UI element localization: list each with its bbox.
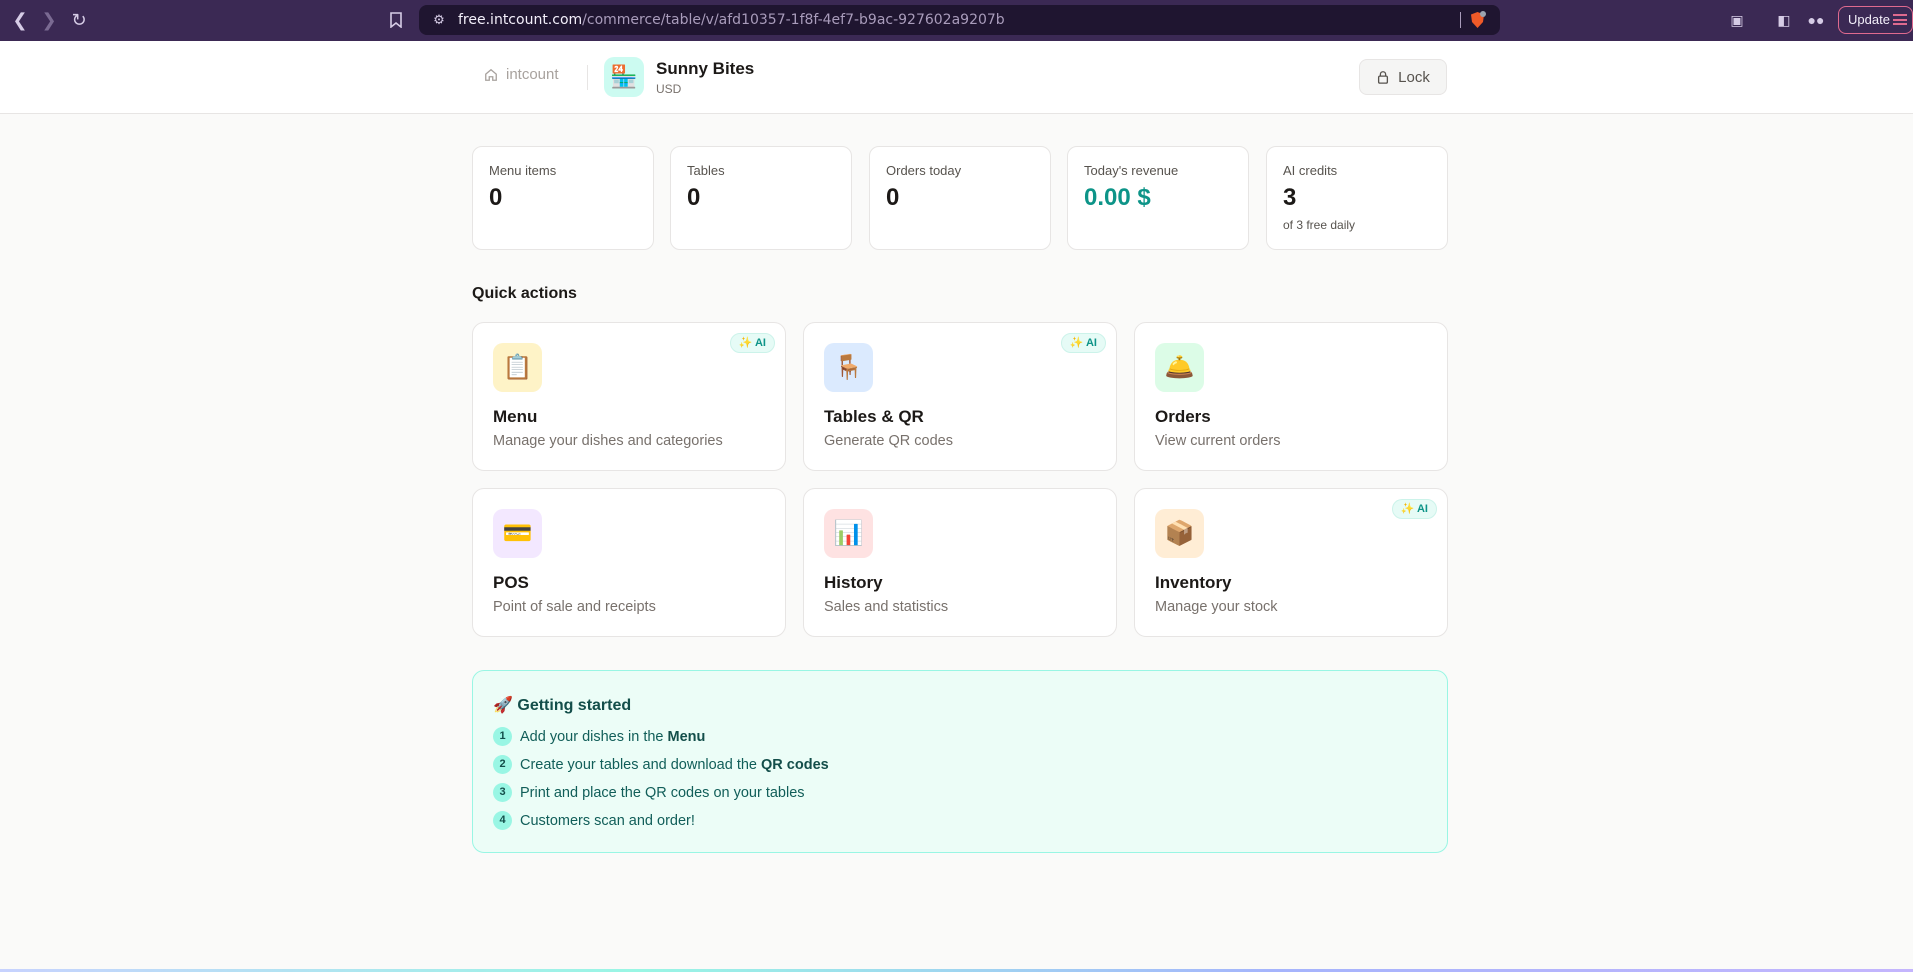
extensions-icon[interactable]: ●● [1803, 8, 1829, 32]
step-bold: Menu [667, 728, 706, 745]
sidebar-toggle-icon[interactable]: ◧ [1771, 8, 1797, 32]
header-divider [587, 65, 588, 90]
store-currency: USD [656, 82, 682, 96]
stat-card-ai-credits: AI credits 3 of 3 free daily [1266, 146, 1448, 250]
stat-label: Tables [687, 163, 725, 178]
stat-label: AI credits [1283, 163, 1338, 178]
action-desc: View current orders [1155, 433, 1281, 449]
reload-icon[interactable]: ↻ [67, 8, 91, 32]
site-settings-icon[interactable]: ⚙ [429, 10, 449, 30]
tab-search-icon[interactable]: ▣ [1724, 8, 1750, 32]
stat-card-menu-items: Menu items 0 [472, 146, 654, 250]
bookmark-icon[interactable] [384, 8, 408, 32]
step-number: 2 [493, 755, 512, 774]
action-desc: Generate QR codes [824, 433, 953, 449]
getting-started-title: 🚀 Getting started [493, 697, 632, 714]
action-desc: Point of sale and receipts [493, 599, 656, 615]
url-path: /commerce/table/v/afd10357-1f8f-4ef7-b9a… [582, 12, 1005, 28]
store-avatar: 🏪 [604, 57, 644, 97]
action-desc: Sales and statistics [824, 599, 949, 615]
bell-icon: 🛎️ [1155, 343, 1204, 392]
stat-value: 0 [687, 184, 701, 211]
stat-label: Today's revenue [1084, 163, 1179, 178]
url-host: free.intcount.com [458, 12, 583, 28]
url-divider [1460, 12, 1461, 28]
home-icon [485, 68, 497, 81]
app-header: intcount 🏪 Sunny Bites USD Lock [0, 41, 1913, 114]
home-link[interactable]: intcount [484, 66, 559, 83]
action-desc: Manage your stock [1155, 599, 1278, 615]
stat-value: 3 [1283, 184, 1297, 211]
action-card-orders[interactable]: 🛎️ Orders View current orders [1134, 322, 1448, 471]
step-number: 3 [493, 783, 512, 802]
action-card-history[interactable]: 📊 History Sales and statistics [803, 488, 1117, 637]
stat-label: Orders today [886, 163, 962, 178]
step-text: Create your tables and download the QR c… [520, 756, 829, 773]
stat-value: 0 [489, 184, 503, 211]
action-title: History [824, 573, 883, 592]
action-card-pos[interactable]: 💳 POS Point of sale and receipts [472, 488, 786, 637]
step-text: Customers scan and order! [520, 812, 695, 829]
lock-button[interactable]: Lock [1359, 59, 1447, 95]
action-desc: Manage your dishes and categories [493, 433, 723, 449]
step-text: Print and place the QR codes on your tab… [520, 784, 805, 801]
update-label: Update [1848, 12, 1890, 27]
step-item: 2 Create your tables and download the QR… [493, 755, 829, 774]
package-icon: 📦 [1155, 509, 1204, 558]
action-card-menu[interactable]: 📋 ✨ AI Menu Manage your dishes and categ… [472, 322, 786, 471]
chair-icon: 🪑 [824, 343, 873, 392]
step-number: 1 [493, 727, 512, 746]
stat-card-orders-today: Orders today 0 [869, 146, 1051, 250]
lock-label: Lock [1398, 68, 1430, 86]
address-bar[interactable]: ⚙ free.intcount.com/commerce/table/v/afd… [419, 5, 1500, 35]
action-card-tables-qr[interactable]: 🪑 ✨ AI Tables & QR Generate QR codes [803, 322, 1117, 471]
forward-icon[interactable]: ❯ [37, 8, 61, 32]
step-item: 4 Customers scan and order! [493, 811, 695, 830]
action-title: Orders [1155, 407, 1211, 426]
action-card-inventory[interactable]: 📦 ✨ AI Inventory Manage your stock [1134, 488, 1448, 637]
update-button[interactable]: Update [1838, 6, 1913, 34]
step-text: Add your dishes in the Menu [520, 728, 706, 745]
ai-badge: ✨ AI [1391, 499, 1437, 519]
ai-badge: ✨ AI [1060, 333, 1106, 353]
stat-card-tables: Tables 0 [670, 146, 852, 250]
stat-card-revenue: Today's revenue 0.00 $ [1067, 146, 1249, 250]
action-title: Inventory [1155, 573, 1232, 592]
step-bold: QR codes [761, 756, 829, 773]
bar-chart-icon: 📊 [824, 509, 873, 558]
stat-value: 0 [886, 184, 900, 211]
action-title: POS [493, 573, 529, 592]
menu-icon [1893, 14, 1907, 25]
action-title: Menu [493, 407, 538, 426]
step-item: 1 Add your dishes in the Menu [493, 727, 705, 746]
quick-actions-title: Quick actions [472, 285, 577, 302]
back-icon[interactable]: ❮ [8, 8, 32, 32]
ai-badge: ✨ AI [729, 333, 775, 353]
url-text: free.intcount.com/commerce/table/v/afd10… [458, 12, 1005, 28]
home-label: intcount [506, 66, 559, 83]
stat-sub: of 3 free daily [1283, 218, 1356, 232]
lock-icon [1378, 71, 1389, 84]
step-item: 3 Print and place the QR codes on your t… [493, 783, 805, 802]
brave-shield-icon[interactable] [1469, 11, 1486, 29]
action-title: Tables & QR [824, 407, 924, 426]
getting-started-panel: 🚀 Getting started 1 Add your dishes in t… [472, 670, 1448, 853]
step-number: 4 [493, 811, 512, 830]
stat-label: Menu items [489, 163, 557, 178]
clipboard-icon: 📋 [493, 343, 542, 392]
store-name: Sunny Bites [656, 59, 755, 78]
credit-card-icon: 💳 [493, 509, 542, 558]
browser-toolbar: ❮ ❯ ↻ ⚙ free.intcount.com/commerce/table… [0, 0, 1913, 41]
stat-value: 0.00 $ [1084, 184, 1151, 211]
